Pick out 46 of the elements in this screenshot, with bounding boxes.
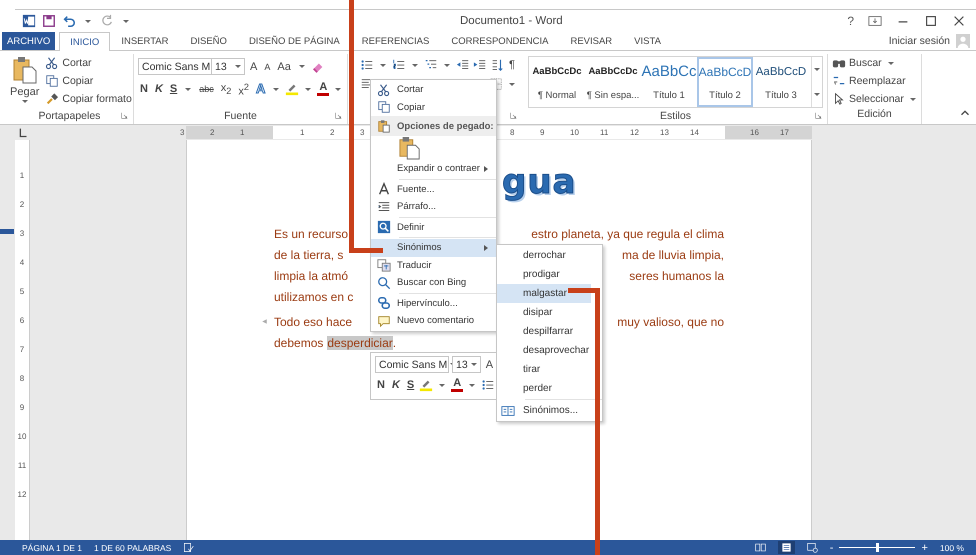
ruler-number: 1 — [20, 170, 24, 182]
body-text: Es un recurso — [274, 226, 348, 240]
ruler-number: 8 — [510, 127, 514, 138]
ruler-number: 14 — [690, 127, 699, 138]
ruler-number: 3 — [180, 127, 184, 138]
ruler-number: 2 — [210, 127, 214, 138]
ruler-number: 11 — [18, 460, 26, 472]
body-text: utilizamos en c — [274, 290, 354, 304]
ruler-number: 3 — [20, 228, 24, 240]
ruler-number: 12 — [630, 127, 639, 138]
body-text: seres humanos la — [629, 268, 724, 282]
ruler-number: 2 — [330, 127, 334, 138]
ruler-number: 4 — [20, 257, 24, 269]
ruler-number: 16 — [750, 127, 759, 138]
body-text: muy valioso, que no — [617, 314, 724, 328]
wordart-heading: gua — [502, 162, 576, 202]
group-label: Edición — [857, 108, 892, 120]
body-text: Todo eso hace — [274, 314, 352, 328]
menu-header: Opciones de pegado: — [397, 120, 494, 132]
window-title: Documento1 - Word — [459, 15, 564, 27]
ruler-number: 11 — [600, 127, 608, 138]
body-text: limpia la atmó — [274, 268, 348, 282]
group-label: Fuente — [224, 110, 257, 122]
ruler-number: 2 — [20, 199, 24, 211]
body-text: estro planeta, ya que regula el clima — [531, 226, 724, 240]
ruler-number: 7 — [20, 344, 24, 356]
ruler-number: 17 — [780, 127, 789, 138]
ruler-number: 10 — [18, 431, 26, 443]
ruler-number: 12 — [18, 489, 26, 501]
ruler-number: 8 — [20, 373, 24, 385]
group-label: Portapapeles — [38, 110, 100, 122]
selected-word: desperdiciar — [327, 336, 393, 350]
ruler-number: 13 — [660, 127, 669, 138]
ruler-number: 3 — [360, 127, 364, 138]
ruler-number: 9 — [540, 127, 544, 138]
body-text: ma de lluvia limpia, — [622, 248, 724, 262]
ruler-number: 9 — [20, 402, 24, 414]
ruler-number: 5 — [20, 286, 24, 298]
ruler-number: 6 — [20, 315, 24, 327]
ruler-number: 10 — [570, 127, 579, 138]
group-label: Estilos — [660, 110, 691, 122]
body-text: de la tierra, s — [274, 248, 344, 262]
ruler-number: 1 — [240, 127, 244, 138]
ruler-number: 1 — [300, 127, 304, 138]
body-text: debemos — [274, 336, 324, 350]
body-text: . — [392, 336, 396, 350]
